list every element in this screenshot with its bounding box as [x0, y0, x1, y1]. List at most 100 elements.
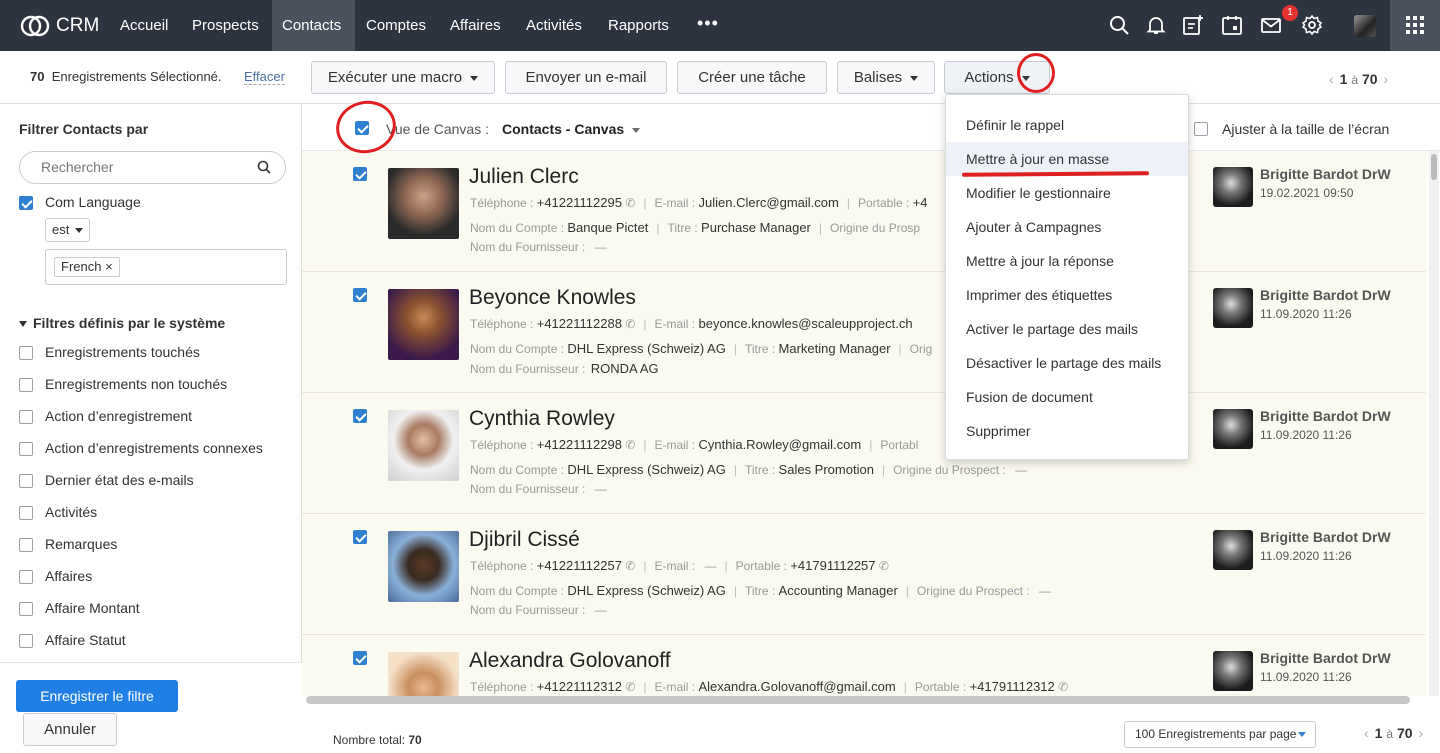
phone-icon[interactable]: ✆: [625, 196, 635, 210]
language-value-input[interactable]: French ×: [45, 249, 287, 285]
contact-name[interactable]: Alexandra Golovanoff: [469, 649, 671, 673]
account-value[interactable]: DHL Express (Schweiz) AG: [567, 583, 725, 598]
phone-value[interactable]: +41221112295: [537, 195, 622, 210]
phone-value[interactable]: +41221112257: [537, 558, 622, 573]
owner-name[interactable]: Brigitte Bardot DrW: [1260, 408, 1391, 424]
email-value[interactable]: beyonce.knowles@scaleupproject.ch: [698, 316, 912, 331]
contact-name[interactable]: Djibril Cissé: [469, 528, 580, 552]
filter-checkbox[interactable]: [19, 538, 33, 552]
filter-checkbox[interactable]: [19, 346, 33, 360]
contact-name[interactable]: Beyonce Knowles: [469, 286, 636, 310]
nav-more-button[interactable]: •••: [697, 0, 719, 51]
menu-item-disable-mail-sharing[interactable]: Désactiver le partage des mails: [946, 346, 1188, 380]
save-filter-button[interactable]: Enregistrer le filtre: [16, 680, 178, 712]
prev-page-icon[interactable]: ‹: [1364, 725, 1369, 741]
filter-checkbox[interactable]: [19, 442, 33, 456]
filter-checkbox[interactable]: [19, 474, 33, 488]
operator-select[interactable]: est: [45, 218, 90, 242]
record-checkbox[interactable]: [353, 530, 367, 544]
phone-icon[interactable]: ✆: [879, 559, 889, 573]
tags-button[interactable]: Balises: [837, 61, 935, 94]
send-email-button[interactable]: Envoyer un e-mail: [505, 61, 667, 94]
record-card[interactable]: Beyonce Knowles Téléphone : +41221112288…: [302, 272, 1426, 393]
record-card[interactable]: Julien Clerc Téléphone : +41221112295 ✆ |…: [302, 151, 1426, 272]
email-value[interactable]: Julien.Clerc@gmail.com: [698, 195, 838, 210]
clear-selection-link[interactable]: Effacer: [244, 69, 285, 85]
record-card[interactable]: Cynthia Rowley Téléphone : +41221112298 …: [302, 393, 1426, 514]
email-value[interactable]: Cynthia.Rowley@gmail.com: [698, 437, 861, 452]
record-checkbox[interactable]: [353, 409, 367, 423]
nav-comptes[interactable]: Comptes: [366, 0, 426, 51]
account-value[interactable]: DHL Express (Schweiz) AG: [567, 341, 725, 356]
filter-checkbox[interactable]: [19, 378, 33, 392]
filter-checkbox[interactable]: [19, 634, 33, 648]
owner-name[interactable]: Brigitte Bardot DrW: [1260, 287, 1391, 303]
menu-item-mass-update[interactable]: Mettre à jour en masse: [946, 142, 1188, 176]
crm-logo[interactable]: CRM: [20, 12, 99, 40]
phone-icon[interactable]: ✆: [1058, 680, 1068, 694]
scrollbar-thumb[interactable]: [1431, 154, 1437, 180]
account-value[interactable]: DHL Express (Schweiz) AG: [567, 462, 725, 477]
create-task-button[interactable]: Créer une tâche: [677, 61, 827, 94]
record-card[interactable]: Alexandra Golovanoff Téléphone : +412211…: [302, 635, 1426, 696]
search-icon[interactable]: [1108, 14, 1130, 36]
owner-name[interactable]: Brigitte Bardot DrW: [1260, 650, 1391, 666]
phone-icon[interactable]: ✆: [625, 317, 635, 331]
mobile-value[interactable]: +4: [913, 195, 928, 210]
filter-checkbox[interactable]: [19, 410, 33, 424]
canvas-view-select[interactable]: Contacts - Canvas: [502, 121, 641, 137]
menu-item-set-reminder[interactable]: Définir le rappel: [946, 108, 1188, 142]
owner-name[interactable]: Brigitte Bardot DrW: [1260, 166, 1391, 182]
run-macro-button[interactable]: Exécuter une macro: [311, 61, 495, 94]
cancel-filter-button[interactable]: Annuler: [23, 713, 117, 746]
mobile-value[interactable]: +41791112312: [970, 679, 1055, 694]
menu-item-mail-merge[interactable]: Fusion de document: [946, 380, 1188, 414]
gear-icon[interactable]: [1301, 14, 1323, 36]
phone-value[interactable]: +41221112312: [537, 679, 622, 694]
phone-icon[interactable]: ✆: [625, 680, 635, 694]
owner-name[interactable]: Brigitte Bardot DrW: [1260, 529, 1391, 545]
add-note-icon[interactable]: [1182, 14, 1204, 36]
calendar-icon[interactable]: [1221, 14, 1243, 36]
per-page-select[interactable]: 100 Enregistrements par page: [1124, 721, 1316, 748]
phone-icon[interactable]: ✆: [625, 559, 635, 573]
menu-item-print-labels[interactable]: Imprimer des étiquettes: [946, 278, 1188, 312]
account-value[interactable]: Banque Pictet: [567, 220, 648, 235]
record-checkbox[interactable]: [353, 288, 367, 302]
phone-value[interactable]: +41221112298: [537, 437, 622, 452]
filter-checkbox[interactable]: [19, 506, 33, 520]
apps-grid-button[interactable]: [1390, 0, 1440, 51]
tag-remove-icon[interactable]: ×: [105, 259, 113, 274]
email-value[interactable]: Alexandra.Golovanoff@gmail.com: [698, 679, 895, 694]
menu-item-delete[interactable]: Supprimer: [946, 414, 1188, 448]
mail-icon[interactable]: [1260, 14, 1282, 36]
vertical-scrollbar[interactable]: [1429, 151, 1439, 696]
nav-rapports[interactable]: Rapports: [608, 0, 669, 51]
menu-item-add-to-campaigns[interactable]: Ajouter à Campagnes: [946, 210, 1188, 244]
phone-value[interactable]: +41221112288: [537, 316, 622, 331]
menu-item-change-owner[interactable]: Modifier le gestionnaire: [946, 176, 1188, 210]
mobile-value[interactable]: +41791112257: [790, 558, 875, 573]
menu-item-enable-mail-sharing[interactable]: Activer le partage des mails: [946, 312, 1188, 346]
bell-icon[interactable]: [1145, 14, 1167, 36]
record-checkbox[interactable]: [353, 167, 367, 181]
filter-search-input[interactable]: Rechercher: [19, 151, 286, 184]
nav-affaires[interactable]: Affaires: [450, 0, 501, 51]
horizontal-scrollbar[interactable]: [306, 696, 1410, 704]
contact-name[interactable]: Cynthia Rowley: [469, 407, 615, 431]
filter-checkbox[interactable]: [19, 570, 33, 584]
record-checkbox[interactable]: [353, 651, 367, 665]
nav-contacts[interactable]: Contacts: [272, 0, 355, 51]
contact-name[interactable]: Julien Clerc: [469, 165, 579, 189]
next-page-icon[interactable]: ›: [1384, 71, 1389, 87]
nav-accueil[interactable]: Accueil: [120, 0, 168, 51]
record-card[interactable]: Djibril Cissé Téléphone : +41221112257 ✆…: [302, 514, 1426, 635]
prev-page-icon[interactable]: ‹: [1329, 71, 1334, 87]
supplier-value[interactable]: RONDA AG: [591, 361, 659, 376]
filter-checkbox[interactable]: [19, 602, 33, 616]
com-language-checkbox[interactable]: [19, 196, 33, 210]
user-avatar[interactable]: [1354, 15, 1376, 37]
system-filters-header[interactable]: Filtres définis par le système: [19, 315, 225, 331]
phone-icon[interactable]: ✆: [625, 438, 635, 452]
next-page-icon[interactable]: ›: [1419, 725, 1424, 741]
